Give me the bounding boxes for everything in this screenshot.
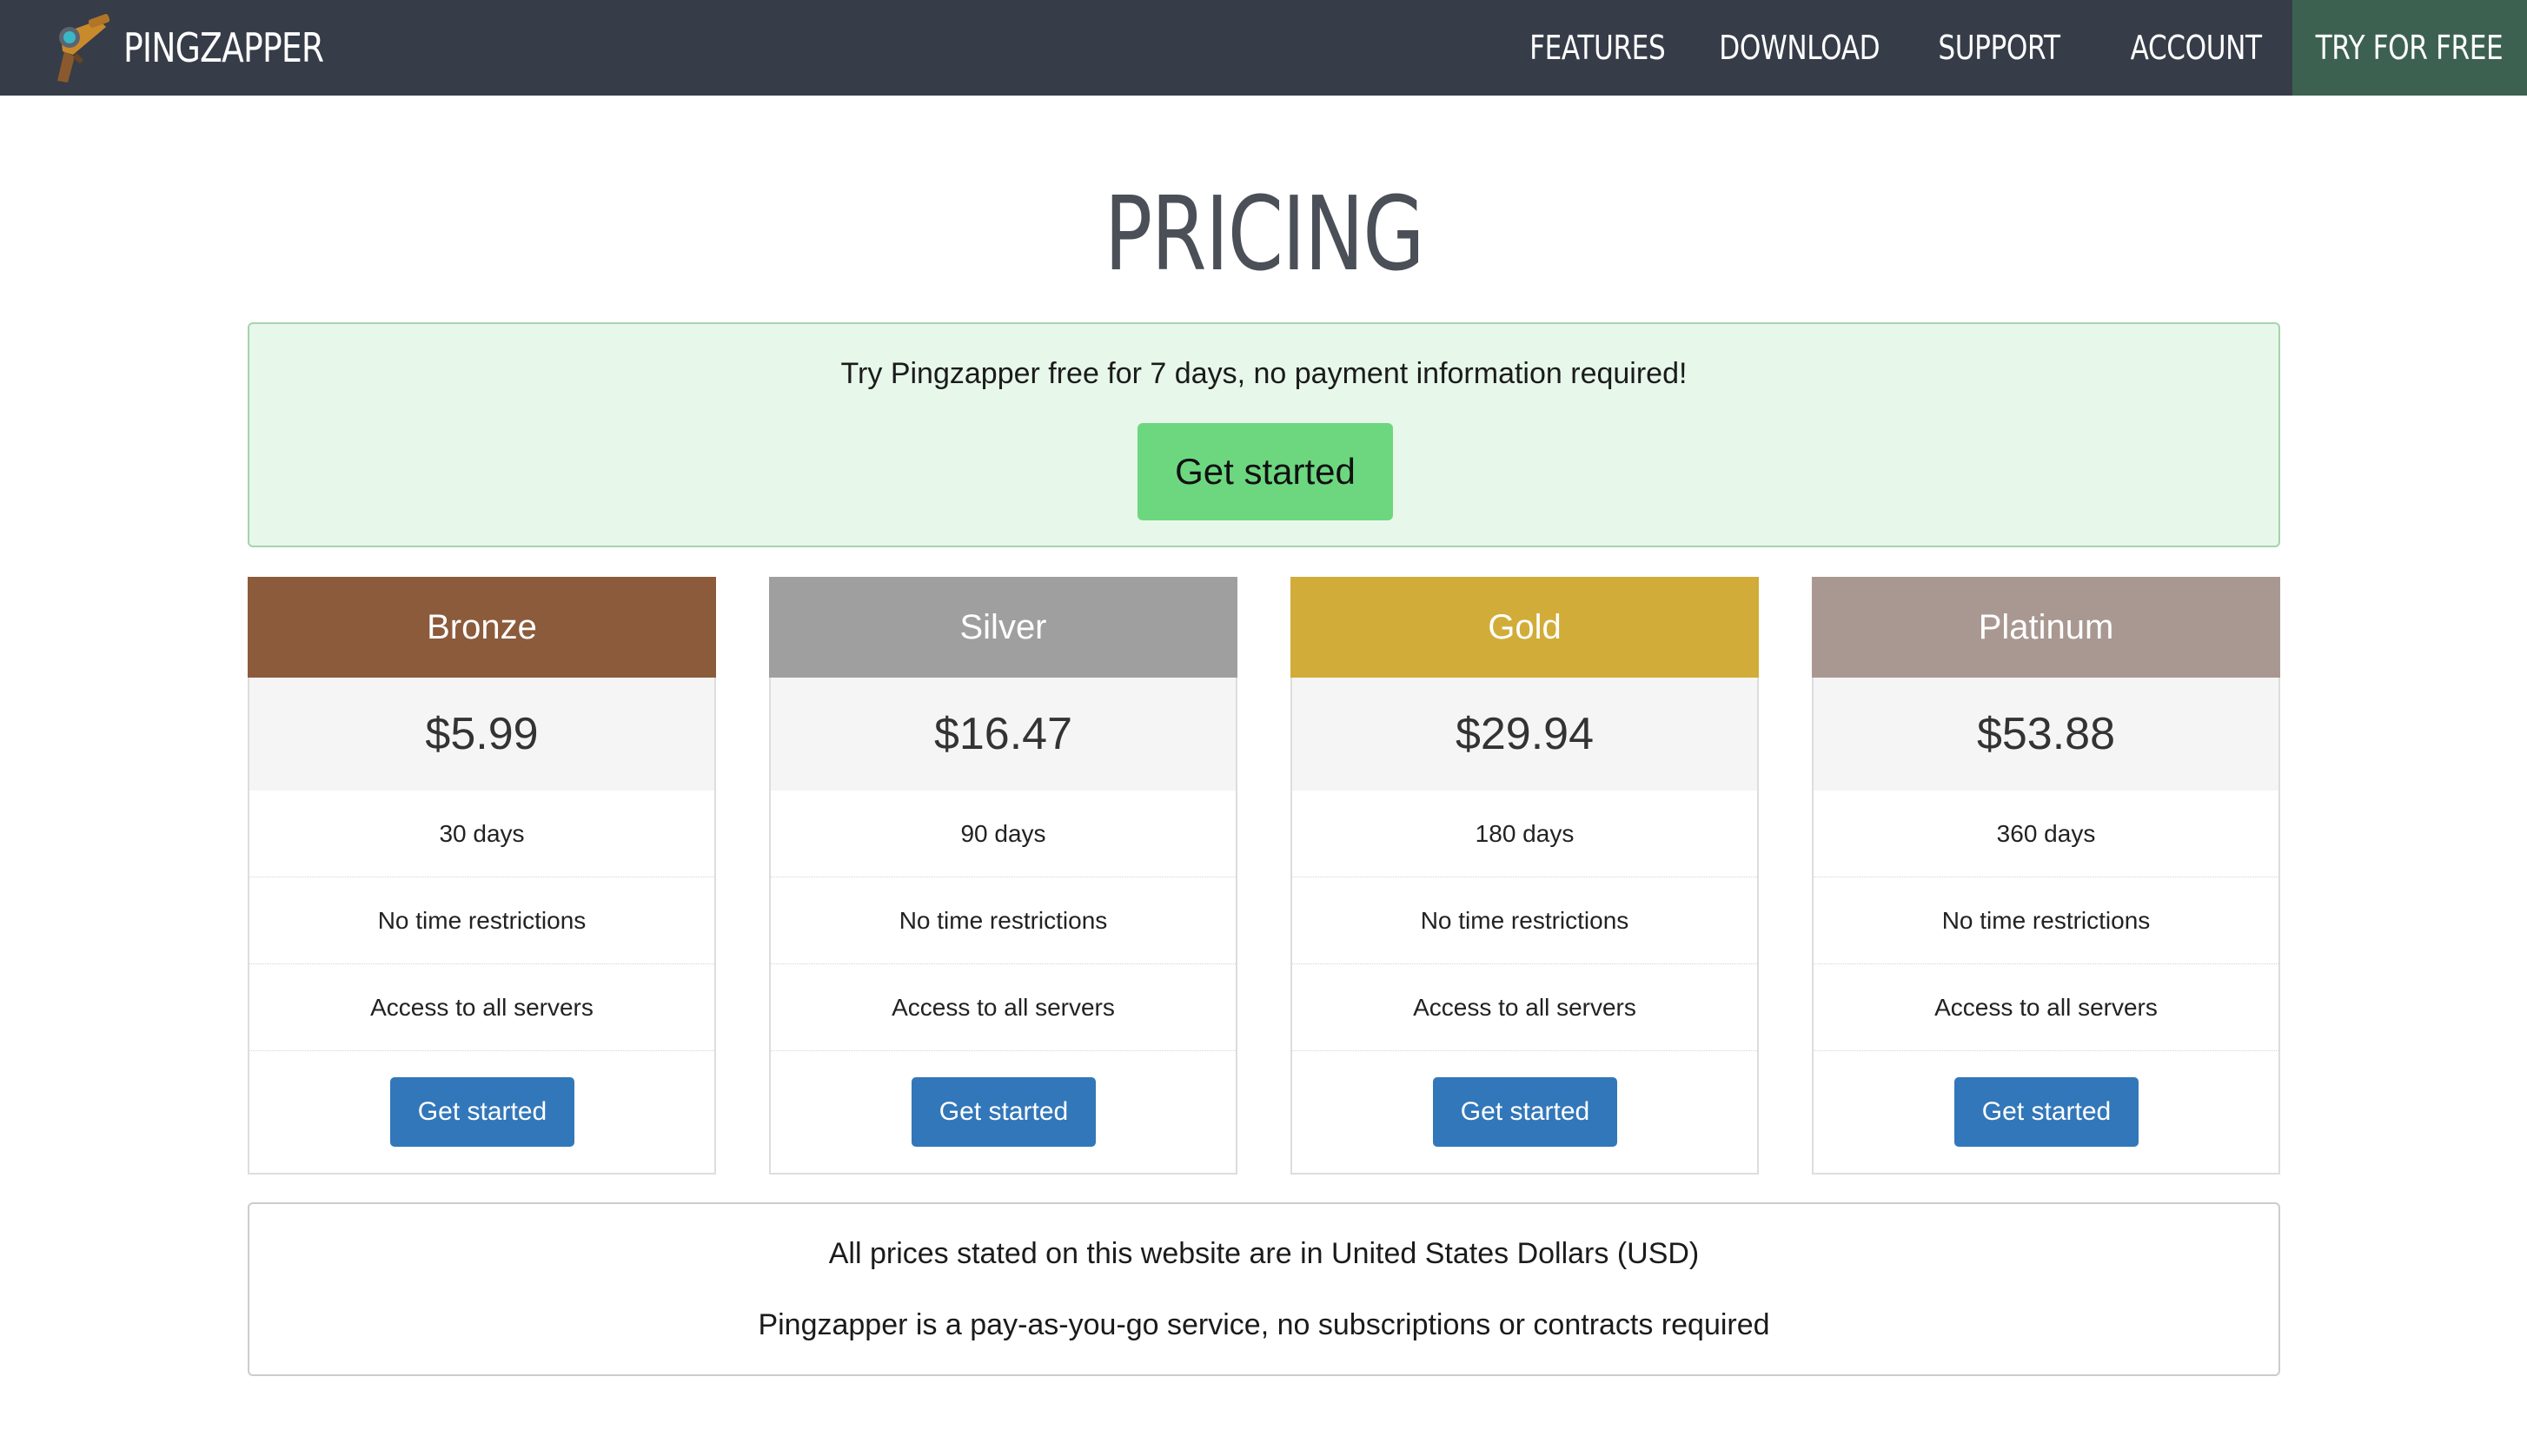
plan-footer: Get started [771, 1051, 1236, 1171]
brand-name: PINGZAPPER [123, 24, 324, 71]
plan-footer: Get started [1814, 1051, 2278, 1171]
pricing-notes: All prices stated on this website are in… [248, 1202, 2280, 1376]
trial-get-started-button[interactable]: Get started [1137, 423, 1393, 520]
plan-price: $16.47 [771, 678, 1236, 791]
plan-card-gold: Gold $29.94 180 days No time restriction… [1290, 577, 1759, 1175]
nav-download[interactable]: DOWNLOAD [1700, 0, 1900, 96]
plan-feature: No time restrictions [1292, 877, 1757, 964]
plan-feature: Access to all servers [771, 964, 1236, 1051]
plan-duration: 90 days [771, 791, 1236, 877]
nav-support-label: SUPPORT [1938, 29, 2061, 67]
free-trial-banner: Try Pingzapper free for 7 days, no payme… [248, 322, 2280, 547]
plan-feature: Access to all servers [249, 964, 714, 1051]
plan-footer: Get started [1292, 1051, 1757, 1171]
silver-get-started-button[interactable]: Get started [912, 1077, 1096, 1147]
try-for-free-button[interactable]: TRY FOR FREE [2292, 0, 2527, 96]
nav-account[interactable]: ACCOUNT [2099, 0, 2292, 96]
plan-feature: No time restrictions [1814, 877, 2278, 964]
nav-links: FEATURES DOWNLOAD SUPPORT ACCOUNT TRY FO… [1495, 0, 2527, 96]
nav-features[interactable]: FEATURES [1495, 0, 1700, 96]
plan-footer: Get started [249, 1051, 714, 1171]
page-title: PRICING [0, 174, 2527, 294]
nav-features-label: FEATURES [1529, 29, 1666, 67]
nav-support[interactable]: SUPPORT [1900, 0, 2099, 96]
nav-download-label: DOWNLOAD [1719, 29, 1880, 67]
payg-note: Pingzapper is a pay-as-you-go service, n… [758, 1308, 1770, 1341]
raygun-icon [57, 14, 110, 83]
plan-feature: No time restrictions [249, 877, 714, 964]
plan-name: Bronze [248, 577, 716, 678]
plan-feature: Access to all servers [1292, 964, 1757, 1051]
try-for-free-label: TRY FOR FREE [2316, 29, 2504, 67]
plan-duration: 180 days [1292, 791, 1757, 877]
plan-duration: 30 days [249, 791, 714, 877]
bronze-get-started-button[interactable]: Get started [390, 1077, 574, 1147]
plan-feature: Access to all servers [1814, 964, 2278, 1051]
plan-card-platinum: Platinum $53.88 360 days No time restric… [1812, 577, 2280, 1175]
trial-text: Try Pingzapper free for 7 days, no payme… [840, 357, 1688, 390]
top-navbar: PINGZAPPER FEATURES DOWNLOAD SUPPORT ACC… [0, 0, 2527, 96]
plan-name: Gold [1290, 577, 1759, 678]
plan-card-silver: Silver $16.47 90 days No time restrictio… [769, 577, 1237, 1175]
brand-link[interactable]: PINGZAPPER [38, 0, 368, 96]
plan-price: $5.99 [249, 678, 714, 791]
plan-price: $53.88 [1814, 678, 2278, 791]
plan-feature: No time restrictions [771, 877, 1236, 964]
nav-account-label: ACCOUNT [2130, 29, 2262, 67]
plan-card-bronze: Bronze $5.99 30 days No time restriction… [248, 577, 716, 1175]
currency-note: All prices stated on this website are in… [828, 1237, 1700, 1270]
platinum-get-started-button[interactable]: Get started [1954, 1077, 2139, 1147]
plan-price: $29.94 [1292, 678, 1757, 791]
page-title-text: PRICING [1104, 174, 1424, 294]
plan-duration: 360 days [1814, 791, 2278, 877]
plan-name: Silver [769, 577, 1237, 678]
plan-name: Platinum [1812, 577, 2280, 678]
gold-get-started-button[interactable]: Get started [1433, 1077, 1617, 1147]
